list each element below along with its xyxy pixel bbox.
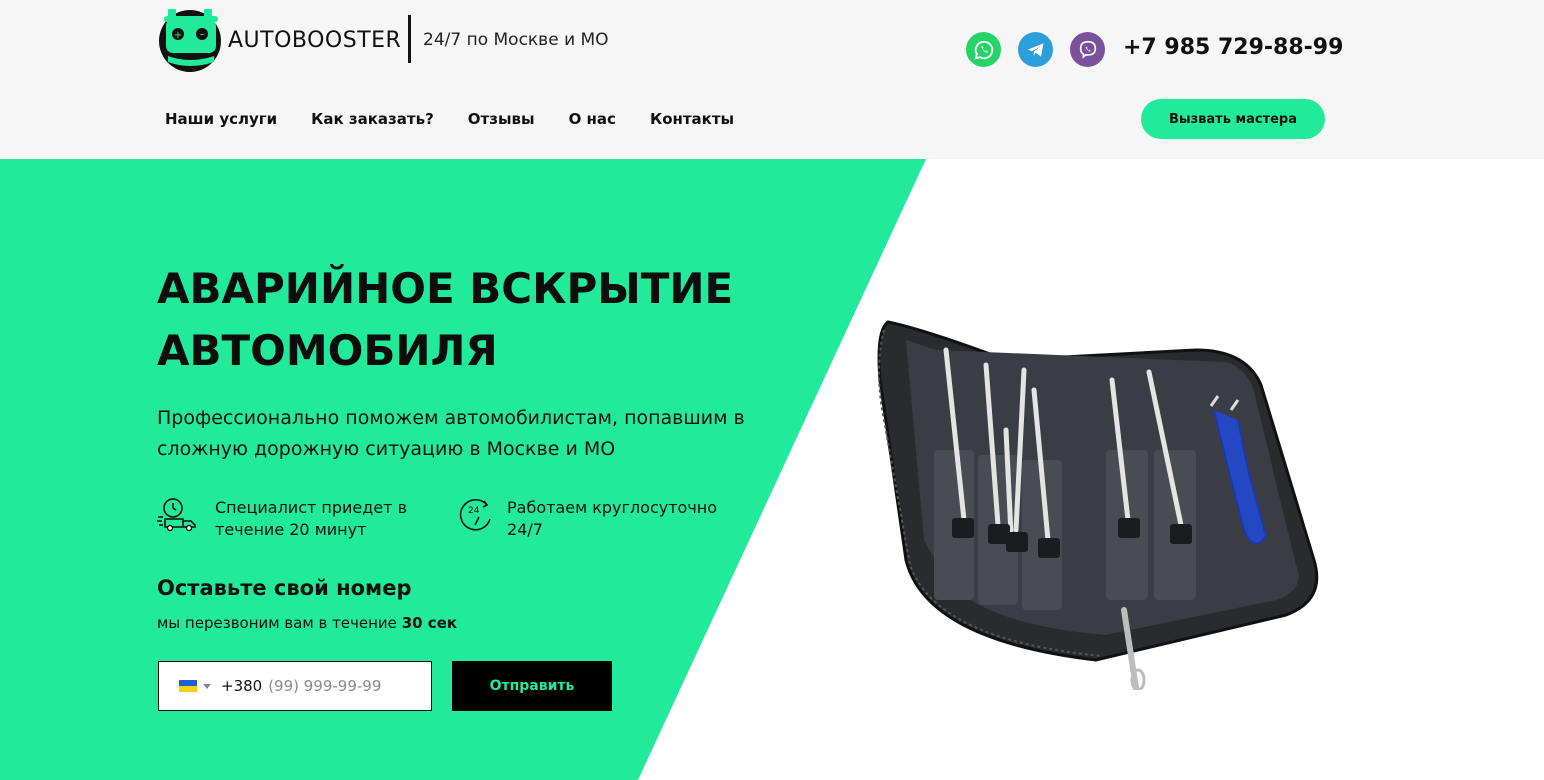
telegram-icon[interactable]	[1018, 32, 1053, 67]
form-subtitle: мы перезвоним вам в течение 30 сек	[157, 614, 457, 632]
feature-arrival: Специалист приедет в течение 20 минут	[157, 497, 407, 541]
lockpick-set-image	[877, 320, 1319, 690]
form-subtitle-bold: 30 сек	[401, 614, 458, 632]
whatsapp-icon[interactable]	[966, 32, 1001, 67]
hero-title-line2: АВТОМОБИЛЯ	[157, 326, 498, 375]
svg-text:-: -	[200, 27, 204, 41]
call-master-button[interactable]: Вызвать мастера	[1141, 99, 1325, 139]
hero-title: АВАРИЙНОЕ ВСКРЫТИЕ АВТОМОБИЛЯ	[157, 258, 797, 382]
svg-text:24: 24	[468, 506, 480, 516]
form-subtitle-text: мы перезвоним вам в течение	[157, 614, 397, 632]
nav-item-how-to-order[interactable]: Как заказать?	[311, 110, 434, 128]
ukraine-flag-icon[interactable]	[179, 680, 197, 692]
submit-button[interactable]: Отправить	[452, 661, 612, 711]
nav-item-services[interactable]: Наши услуги	[165, 110, 277, 128]
feature-24-7-line2: 24/7	[507, 520, 543, 539]
logo[interactable]: + - AUTOBOOSTER	[158, 6, 403, 72]
24-hours-icon: 24	[459, 498, 491, 531]
hero-title-line1: АВАРИЙНОЕ ВСКРЫТИЕ	[157, 264, 734, 313]
phone-field[interactable]: +380 (99) 999-99-99	[158, 661, 432, 711]
chevron-down-icon[interactable]	[203, 683, 211, 689]
logo-text: AUTOBOOSTER	[228, 28, 402, 53]
hero-subtitle-line1: Профессионально поможем автомобилистам, …	[157, 407, 745, 429]
tagline: 24/7 по Москве и МО	[423, 30, 609, 50]
battery-robot-logo-icon: + -	[159, 9, 221, 72]
nav-item-reviews[interactable]: Отзывы	[468, 110, 535, 128]
feature-arrival-line1: Специалист приедет в	[215, 498, 407, 517]
country-code: +380	[221, 677, 263, 695]
hero-subtitle-line2: сложную дорожную ситуацию в Москве и МО	[157, 438, 616, 460]
svg-text:+: +	[174, 30, 182, 41]
delivery-truck-clock-icon	[157, 498, 196, 532]
feature-24-7-line1: Работаем круглосуточно	[507, 498, 718, 517]
nav-item-contacts[interactable]: Контакты	[650, 110, 734, 128]
phone-placeholder[interactable]: (99) 999-99-99	[268, 677, 381, 695]
logo-divider	[408, 15, 411, 63]
messenger-links	[966, 32, 1105, 67]
site-header: + - AUTOBOOSTER 24/7 по Москве и МО +7 9…	[0, 0, 1544, 159]
feature-arrival-line2: течение 20 минут	[215, 520, 367, 539]
nav-item-about[interactable]: О нас	[569, 110, 616, 128]
form-title: Оставьте свой номер	[157, 576, 412, 600]
feature-24-7: 24 Работаем круглосуточно 24/7	[457, 497, 717, 541]
phone-number[interactable]: +7 985 729-88-99	[1123, 35, 1343, 60]
viber-icon[interactable]	[1070, 32, 1105, 67]
main-nav: Наши услуги Как заказать? Отзывы О нас К…	[165, 110, 734, 128]
hero-subtitle: Профессионально поможем автомобилистам, …	[157, 403, 757, 465]
